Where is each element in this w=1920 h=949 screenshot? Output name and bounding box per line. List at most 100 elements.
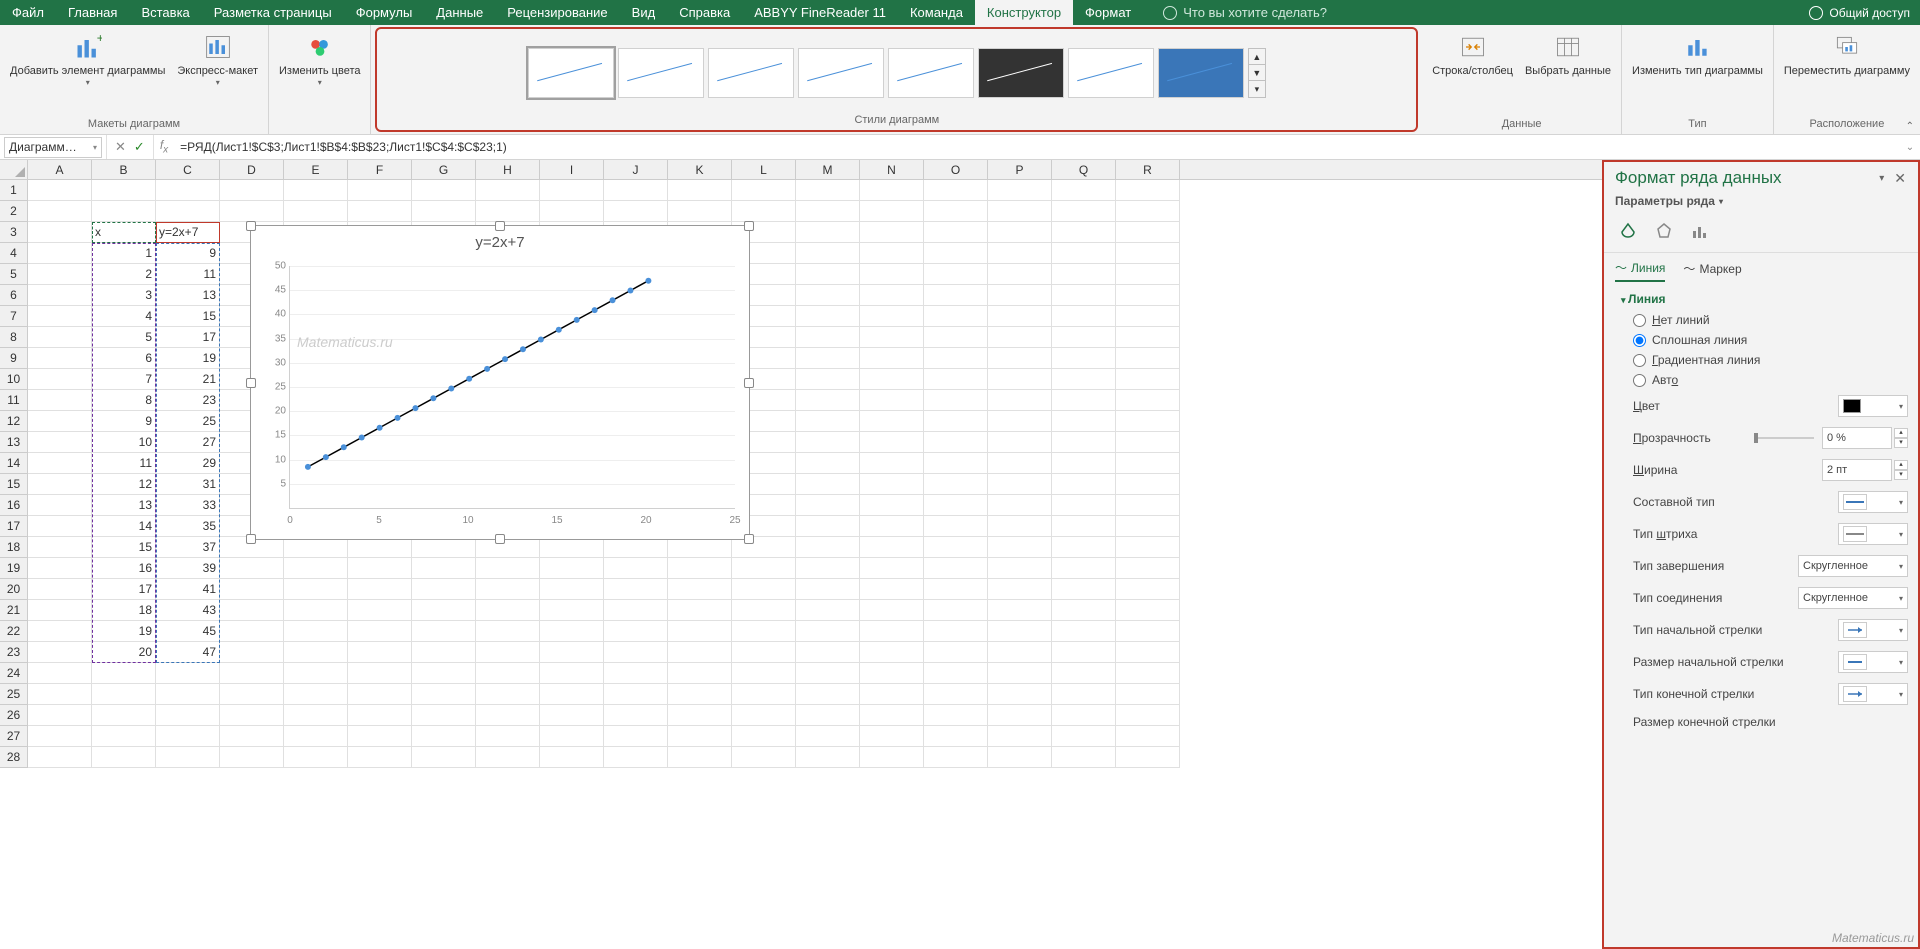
cell[interactable] <box>796 285 860 306</box>
cell[interactable] <box>284 663 348 684</box>
cell[interactable] <box>1116 684 1180 705</box>
tab-Вставка[interactable]: Вставка <box>129 0 201 25</box>
cell[interactable] <box>668 621 732 642</box>
cell[interactable] <box>796 537 860 558</box>
prop-color[interactable]: Цвет ▾ <box>1621 390 1908 422</box>
cell[interactable]: 1 <box>92 243 156 264</box>
cell[interactable] <box>348 180 412 201</box>
cell[interactable] <box>604 663 668 684</box>
cell[interactable] <box>1116 705 1180 726</box>
cell[interactable] <box>28 222 92 243</box>
cell[interactable] <box>668 705 732 726</box>
cell[interactable] <box>412 180 476 201</box>
row-header[interactable]: 6 <box>0 285 28 306</box>
tab-ABBYY FineReader 11[interactable]: ABBYY FineReader 11 <box>742 0 898 25</box>
cell[interactable] <box>1116 201 1180 222</box>
col-header[interactable]: C <box>156 160 220 179</box>
cell[interactable]: 17 <box>156 327 220 348</box>
quick-layout-button[interactable]: Экспресс-макет▾ <box>173 29 262 90</box>
cell[interactable] <box>540 747 604 768</box>
cell[interactable] <box>1116 222 1180 243</box>
cell[interactable] <box>988 432 1052 453</box>
cell[interactable] <box>860 348 924 369</box>
cell[interactable] <box>284 600 348 621</box>
style-thumb[interactable] <box>888 48 974 98</box>
worksheet[interactable]: ABCDEFGHIJKLMNOPQR 123xy=2x+741952116313… <box>0 160 1602 949</box>
fill-line-icon[interactable] <box>1617 220 1639 242</box>
cell[interactable] <box>988 306 1052 327</box>
cell[interactable] <box>1116 327 1180 348</box>
col-header[interactable]: M <box>796 160 860 179</box>
cell[interactable] <box>28 621 92 642</box>
cell[interactable] <box>284 537 348 558</box>
cell[interactable] <box>412 537 476 558</box>
col-header[interactable]: N <box>860 160 924 179</box>
chart-object[interactable]: y=2x+7 51015202530354045500510152025 Mat… <box>250 225 750 540</box>
cell[interactable] <box>1052 747 1116 768</box>
style-thumb[interactable] <box>1068 48 1154 98</box>
cell[interactable] <box>1052 453 1116 474</box>
style-thumb[interactable] <box>528 48 614 98</box>
cell[interactable] <box>412 201 476 222</box>
cell[interactable]: 12 <box>92 474 156 495</box>
cell[interactable] <box>732 642 796 663</box>
cell[interactable] <box>220 558 284 579</box>
cell[interactable] <box>924 600 988 621</box>
select-data-button[interactable]: Выбрать данные <box>1521 29 1615 80</box>
col-header[interactable]: P <box>988 160 1052 179</box>
cell[interactable] <box>284 726 348 747</box>
cell[interactable] <box>604 621 668 642</box>
cell[interactable]: 23 <box>156 390 220 411</box>
cell[interactable] <box>28 516 92 537</box>
share-button[interactable]: Общий доступ <box>1829 6 1910 20</box>
cell[interactable] <box>732 621 796 642</box>
cell[interactable] <box>412 579 476 600</box>
cell[interactable] <box>28 474 92 495</box>
cell[interactable] <box>1052 621 1116 642</box>
col-header[interactable]: E <box>284 160 348 179</box>
cell[interactable] <box>988 348 1052 369</box>
cell[interactable] <box>156 201 220 222</box>
cell[interactable] <box>1116 369 1180 390</box>
cell[interactable] <box>796 201 860 222</box>
cell[interactable] <box>924 516 988 537</box>
cell[interactable] <box>220 579 284 600</box>
change-chart-type-button[interactable]: Изменить тип диаграммы <box>1628 29 1767 80</box>
cell[interactable] <box>540 537 604 558</box>
row-header[interactable]: 20 <box>0 579 28 600</box>
cell[interactable] <box>1052 201 1116 222</box>
cell[interactable] <box>1116 453 1180 474</box>
cell[interactable] <box>796 411 860 432</box>
cell[interactable]: 15 <box>156 306 220 327</box>
cell[interactable]: 37 <box>156 537 220 558</box>
row-header[interactable]: 7 <box>0 306 28 327</box>
col-header[interactable]: Q <box>1052 160 1116 179</box>
expand-formula-bar-button[interactable]: ⌄ <box>1900 142 1920 153</box>
cell[interactable] <box>668 684 732 705</box>
row-header[interactable]: 4 <box>0 243 28 264</box>
style-thumb[interactable] <box>978 48 1064 98</box>
cell[interactable] <box>796 558 860 579</box>
cell[interactable] <box>796 579 860 600</box>
cell[interactable] <box>28 495 92 516</box>
cell[interactable] <box>476 684 540 705</box>
row-header[interactable]: 18 <box>0 537 28 558</box>
cell[interactable] <box>796 600 860 621</box>
cell[interactable] <box>988 684 1052 705</box>
cell[interactable] <box>924 579 988 600</box>
cell[interactable] <box>860 705 924 726</box>
cell[interactable] <box>988 474 1052 495</box>
cell[interactable] <box>284 180 348 201</box>
cell[interactable] <box>28 642 92 663</box>
cell[interactable] <box>668 579 732 600</box>
cell[interactable] <box>860 222 924 243</box>
cell[interactable] <box>668 642 732 663</box>
resize-handle[interactable] <box>246 534 256 544</box>
cell[interactable] <box>476 600 540 621</box>
row-header[interactable]: 21 <box>0 600 28 621</box>
cell[interactable] <box>28 243 92 264</box>
cell[interactable] <box>796 327 860 348</box>
cell[interactable] <box>348 684 412 705</box>
cell[interactable] <box>540 642 604 663</box>
cell[interactable] <box>348 642 412 663</box>
